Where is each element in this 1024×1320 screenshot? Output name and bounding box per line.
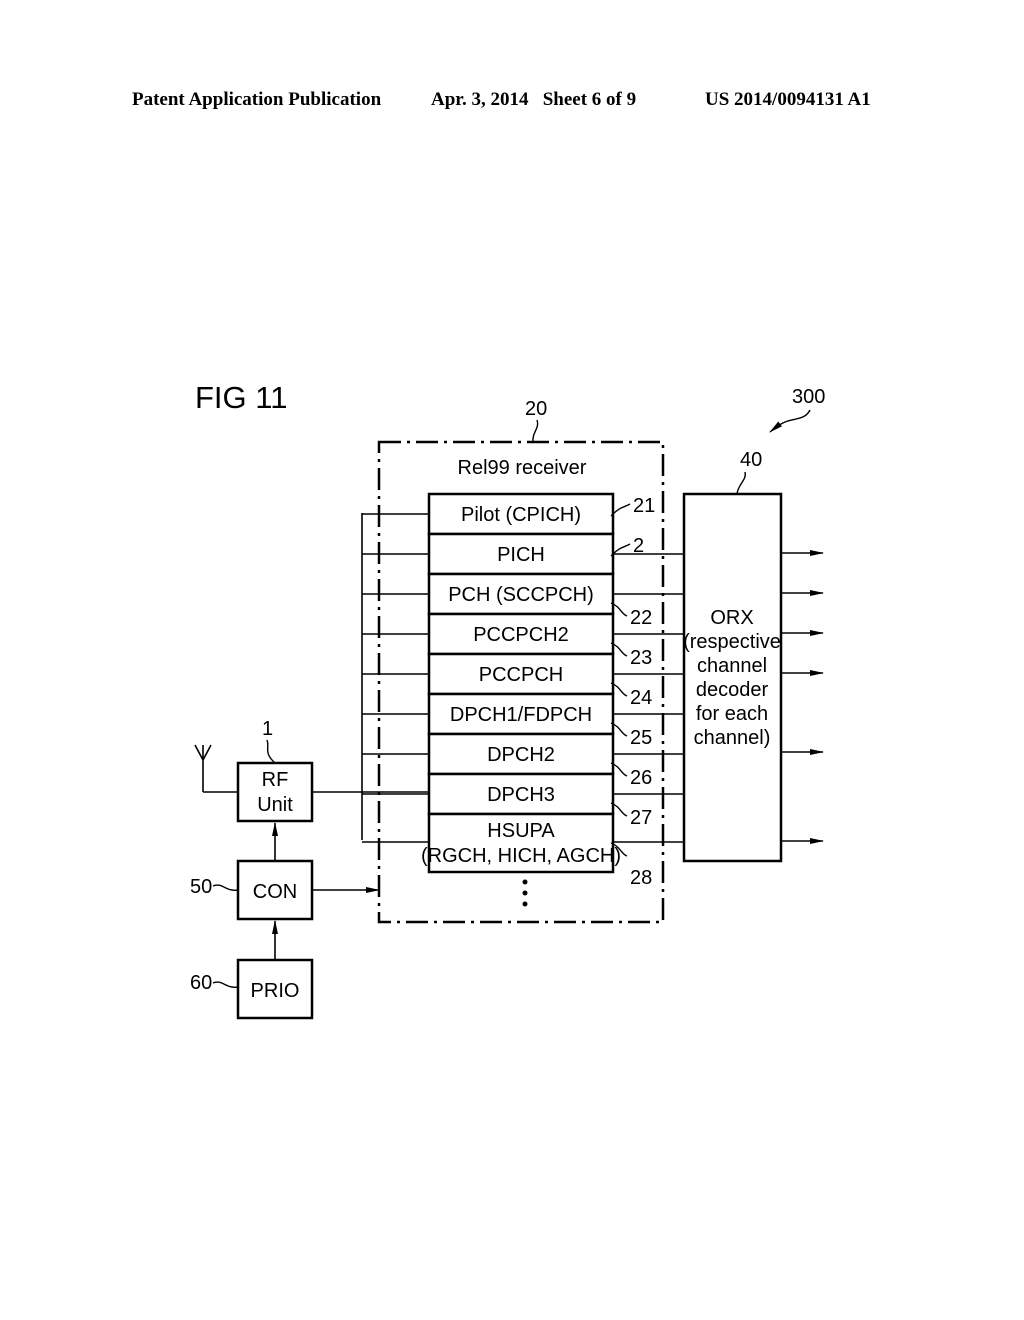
prio-ref-number: 60	[190, 972, 212, 994]
orx-label-line: channel)	[694, 727, 771, 749]
channel-ref-number: 22	[630, 607, 652, 629]
rf-unit-ref-number: 1	[262, 718, 273, 740]
rf-unit-label-line2: Unit	[257, 794, 293, 816]
input-bus	[312, 513, 429, 840]
channel-row: PICH 2	[427, 532, 684, 576]
orx-ref-leader	[736, 471, 746, 495]
orx-label-line: (respective	[683, 631, 781, 653]
rf-unit-label-line1: RF	[262, 769, 289, 791]
channel-label: DPCH1/FDPCH	[450, 704, 592, 726]
orx-label-line: channel	[697, 655, 767, 677]
prio-label: PRIO	[251, 980, 300, 1002]
channel-label: PCCPCH	[479, 664, 563, 686]
channel-ref-number: 21	[633, 495, 655, 517]
rf-unit-ref-leader	[266, 739, 276, 764]
block-diagram: FIG 11 300 20 Rel99 receiver Pilot (CPIC…	[190, 380, 825, 1020]
orx-block	[682, 492, 783, 863]
system-ref-leader	[769, 409, 811, 433]
channel-ref-number: 26	[630, 767, 652, 789]
channel-label: DPCH2	[487, 744, 555, 766]
channel-label-line2: (RGCH, HICH, AGCH)	[421, 845, 621, 867]
channel-ref-number: 24	[630, 687, 652, 709]
channel-row: Pilot (CPICH) 21	[427, 492, 655, 536]
continuation-dots	[522, 879, 528, 907]
con-ref-number: 50	[190, 876, 212, 898]
orx-outputs	[781, 550, 824, 844]
channel-ref-number: 23	[630, 647, 652, 669]
channel-stack: Pilot (CPICH) 21 PICH 2 PCH (SCCPCH) 22 PCCPCH…	[421, 492, 684, 889]
channel-label: PCCPCH2	[473, 624, 569, 646]
orx-label-line: for each	[696, 703, 768, 725]
channel-ref-number: 25	[630, 727, 652, 749]
prio-ref-leader	[212, 981, 239, 988]
channel-label: PICH	[497, 544, 545, 566]
channel-label: DPCH3	[487, 784, 555, 806]
channel-ref-number: 28	[630, 867, 652, 889]
orx-label-line: ORX	[710, 607, 753, 629]
channel-ref-number: 27	[630, 807, 652, 829]
receiver-ref-number: 20	[525, 398, 547, 420]
channel-label: PCH (SCCPCH)	[448, 584, 594, 606]
con-label: CON	[253, 881, 297, 903]
orx-ref-number: 40	[740, 449, 762, 471]
channel-label-line1: HSUPA	[487, 820, 555, 842]
orx-label-line: decoder	[696, 679, 769, 701]
receiver-ref-leader	[532, 419, 539, 443]
channel-label: Pilot (CPICH)	[461, 504, 581, 526]
figure-title: FIG 11	[195, 380, 287, 415]
system-ref-number: 300	[792, 386, 825, 408]
receiver-title: Rel99 receiver	[458, 457, 587, 479]
con-ref-leader	[212, 884, 239, 891]
antenna-icon	[194, 744, 238, 793]
